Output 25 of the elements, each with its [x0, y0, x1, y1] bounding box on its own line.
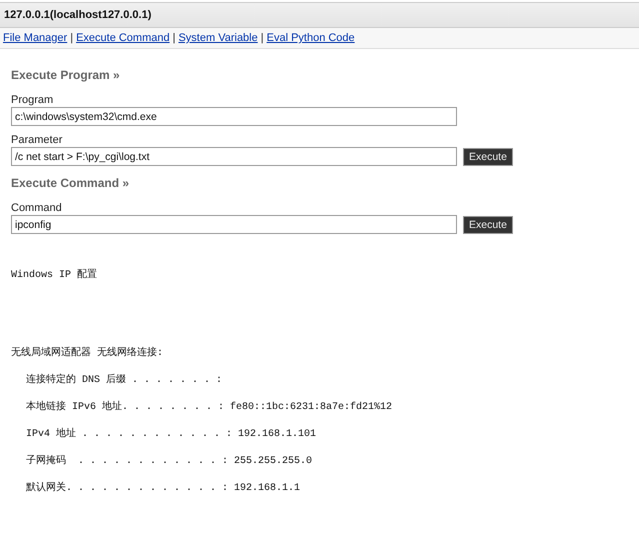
field-label: Program — [11, 94, 54, 106]
input-field[interactable]: c:\windows\system32\cmd.exe — [11, 107, 457, 126]
separator: | — [70, 32, 74, 44]
input-field[interactable]: ipconfig — [11, 215, 457, 234]
output-line: 本地链接 IPv6 地址. . . . . . . . : fe80::1bc:6231:8a7e:fd21%12 — [26, 402, 394, 413]
section-heading: Execute Command » — [11, 176, 130, 190]
output-line: 连接特定的 DNS 后缀 . . . . . . . : — [26, 375, 224, 386]
input-field[interactable]: /c net start > F:\py_cgi\log.txt — [11, 147, 457, 166]
output-line: 子网掩码 . . . . . . . . . . . . : 255.255.255.0 — [26, 456, 314, 467]
execute-button[interactable]: Execute — [463, 148, 513, 166]
page-title: 127.0.0.1(localhost127.0.0.1) — [0, 2, 639, 28]
separator: | — [260, 32, 264, 44]
output-line: Windows IP 配置 — [11, 270, 98, 281]
section-heading: Execute Program » — [11, 68, 121, 82]
nav-link[interactable]: System Variable — [178, 32, 258, 44]
execute-button[interactable]: Execute — [463, 216, 513, 234]
field-label: Command — [11, 202, 63, 214]
nav-link[interactable]: Execute Command — [76, 32, 170, 44]
output-line: 默认网关. . . . . . . . . . . . . : 192.168.1.1 — [26, 483, 302, 494]
field-label: Parameter — [11, 134, 64, 146]
output-line: IPv4 地址 . . . . . . . . . . . . : 192.168.1.101 — [26, 429, 318, 440]
nav-link[interactable]: Eval Python Code — [266, 32, 355, 44]
output-line: 无线局域网适配器 无线网络连接: — [11, 348, 164, 359]
separator: | — [172, 32, 176, 44]
nav-link[interactable]: File Manager — [3, 32, 68, 44]
